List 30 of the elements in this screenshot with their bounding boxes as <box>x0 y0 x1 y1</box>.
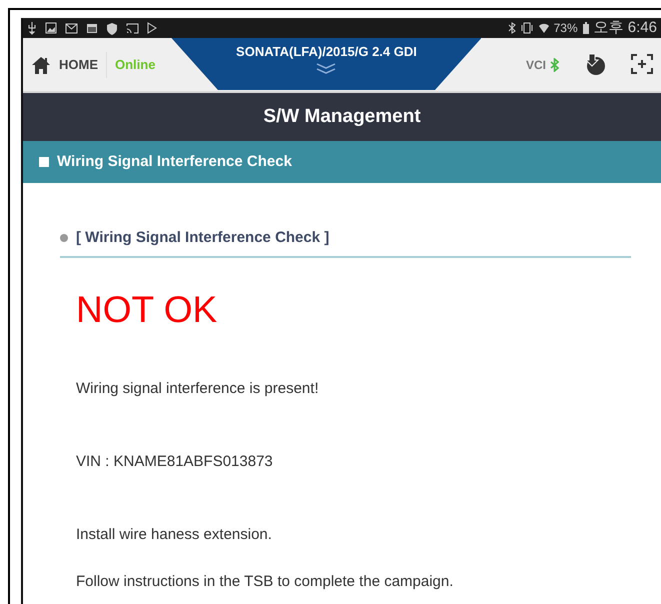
section-title: Wiring Signal Interference Check <box>57 152 292 172</box>
screen-capture-icon <box>631 54 653 74</box>
vehicle-selector[interactable]: SONATA(LFA)/2015/G 2.4 GDI <box>171 38 482 90</box>
home-icon <box>31 56 51 74</box>
message-text: Follow instructions in the TSB to complete the campaign. <box>76 572 454 591</box>
square-icon <box>39 157 49 167</box>
message-text: VIN : KNAME81ABFS013873 <box>76 452 274 471</box>
page-title: S/W Management <box>263 104 421 129</box>
wifi-icon <box>538 22 550 34</box>
subheading: [ Wiring Signal Interference Check ] <box>76 228 330 248</box>
chevron-down-icon <box>315 62 338 74</box>
connection-status: Online <box>106 52 156 78</box>
home-button[interactable]: HOME <box>23 54 106 74</box>
bullet-icon <box>60 234 68 242</box>
usb-icon <box>27 21 37 35</box>
vci-button[interactable]: VCI <box>526 56 567 74</box>
vibrate-icon <box>520 22 534 34</box>
battery-percentage: 73% <box>554 20 578 37</box>
result-status: NOT OK <box>76 288 218 332</box>
bluetooth-icon <box>508 22 516 34</box>
message-text: Install wire haness extension. <box>76 526 273 544</box>
bluetooth-icon <box>550 58 559 72</box>
cast-icon <box>126 22 139 34</box>
play-icon <box>147 22 157 34</box>
clock: 오후 6:46 <box>594 18 657 38</box>
message-text: Wiring signal interference is present! <box>76 380 320 398</box>
battery-icon <box>582 22 590 34</box>
shield-icon <box>106 22 118 34</box>
image-icon <box>45 22 57 34</box>
mail-icon <box>65 22 78 34</box>
